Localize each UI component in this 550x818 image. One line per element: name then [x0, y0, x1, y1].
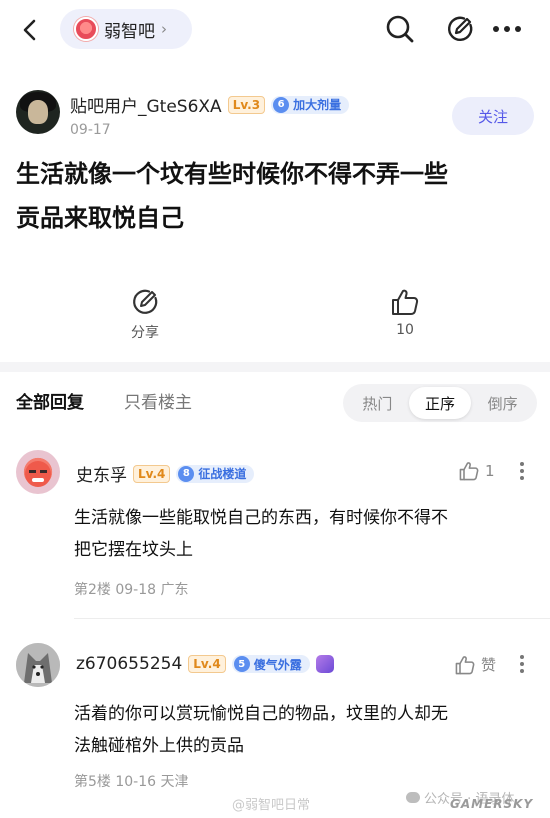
title-badge: 5 傻气外露: [231, 655, 310, 673]
more-button[interactable]: [491, 13, 523, 45]
title-badge-number: 8: [178, 465, 195, 482]
share-icon: [133, 289, 158, 314]
comment-text-line: 生活就像一些能取悦自己的东西，有时候你不得不: [74, 508, 448, 528]
forum-name: 弱智吧: [104, 21, 155, 42]
like-count: 10: [396, 322, 414, 338]
follow-button[interactable]: 关注: [452, 97, 534, 135]
post-title: 生活就像一个坟有些时候你不得不弄一些 贡品来取悦自己: [16, 152, 536, 240]
forum-avatar: [74, 17, 98, 41]
thumbs-up-icon: [455, 655, 475, 674]
weibo-watermark: @弱智吧日常: [232, 798, 311, 813]
search-icon: [386, 15, 414, 43]
comment-text-line: 把它摆在坟头上: [74, 540, 193, 560]
site-watermark: GAMERSKY: [450, 797, 534, 811]
level-badge: Lv.3: [227, 95, 266, 114]
comment-more-icon[interactable]: [520, 655, 524, 673]
like-button[interactable]: 10: [370, 288, 440, 338]
sort-hot[interactable]: 热门: [346, 387, 409, 419]
comment-more-icon[interactable]: [520, 462, 524, 480]
search-button[interactable]: [384, 13, 416, 45]
commenter-name[interactable]: z670655254: [76, 654, 182, 674]
compose-button[interactable]: [444, 13, 476, 45]
comment-meta: 第2楼 09-18 广东: [74, 582, 189, 598]
wechat-icon: [406, 792, 420, 803]
comment-like-button[interactable]: 1: [458, 461, 495, 481]
more-dots-icon: [493, 26, 521, 32]
author-row: 贴吧用户_GteS6XA Lv.3 6 加大剂量: [70, 92, 350, 117]
comment-meta: 第5楼 10-16 天津: [74, 774, 189, 790]
title-badge: 8 征战楼道: [176, 464, 255, 483]
comment-user-row: z670655254 Lv.4 5 傻气外露: [76, 654, 334, 674]
chevron-right-icon: ›: [161, 20, 167, 38]
share-button[interactable]: 分享: [110, 288, 180, 342]
tab-all-replies[interactable]: 全部回复: [16, 388, 84, 413]
avatar-face-icon: [25, 461, 51, 487]
share-label: 分享: [131, 325, 159, 341]
author-avatar[interactable]: [16, 90, 60, 134]
comment-text-line: 活着的你可以赏玩愉悦自己的物品，坟里的人却无: [74, 704, 448, 724]
commenter-avatar[interactable]: [16, 450, 60, 494]
title-badge: 6 加大剂量: [271, 95, 350, 114]
post-title-line: 生活就像一个坟有些时候你不得不弄一些: [16, 160, 448, 188]
forum-entry-button[interactable]: 弱智吧 ›: [60, 9, 192, 49]
comment-like-count: 1: [485, 462, 495, 480]
commenter-name[interactable]: 史东孚: [76, 461, 127, 486]
title-badge-number: 5: [233, 656, 250, 672]
comment-user-row: 史东孚 Lv.4 8 征战楼道: [76, 461, 255, 486]
compose-icon: [447, 16, 473, 42]
level-badge: Lv.4: [133, 464, 171, 483]
thumbs-up-icon: [392, 289, 419, 315]
tab-owner-only[interactable]: 只看楼主: [124, 388, 192, 413]
title-badge-text: 加大剂量: [293, 98, 342, 112]
thumbs-up-icon: [459, 462, 479, 481]
sort-descending[interactable]: 倒序: [471, 387, 534, 419]
title-badge-text: 征战楼道: [198, 467, 247, 481]
comment-divider: [74, 618, 550, 619]
author-name[interactable]: 贴吧用户_GteS6XA: [70, 92, 222, 117]
back-button[interactable]: [14, 14, 46, 46]
comment-like-label: 赞: [481, 656, 497, 674]
level-badge: Lv.4: [188, 655, 226, 673]
sort-ascending[interactable]: 正序: [408, 387, 472, 419]
comment-text: 活着的你可以赏玩愉悦自己的物品，坟里的人却无 法触碰棺外上供的贡品: [74, 698, 534, 762]
comment-text: 生活就像一些能取悦自己的东西，有时候你不得不 把它摆在坟头上: [74, 502, 534, 566]
title-badge-text: 傻气外露: [253, 657, 302, 672]
sort-toggle: 热门 正序 倒序: [343, 384, 537, 422]
section-divider: [0, 362, 550, 372]
comment-text-line: 法触碰棺外上供的贡品: [74, 736, 244, 756]
back-arrow-icon: [23, 19, 36, 41]
post-title-line: 贡品来取悦自己: [16, 204, 184, 232]
honor-badge-icon: [315, 655, 334, 673]
post-date: 09-17: [70, 122, 111, 138]
title-badge-number: 6: [273, 96, 290, 113]
comment-like-button[interactable]: 赞: [454, 654, 496, 675]
wolf-avatar-icon: [16, 643, 60, 687]
commenter-avatar[interactable]: [16, 643, 60, 687]
